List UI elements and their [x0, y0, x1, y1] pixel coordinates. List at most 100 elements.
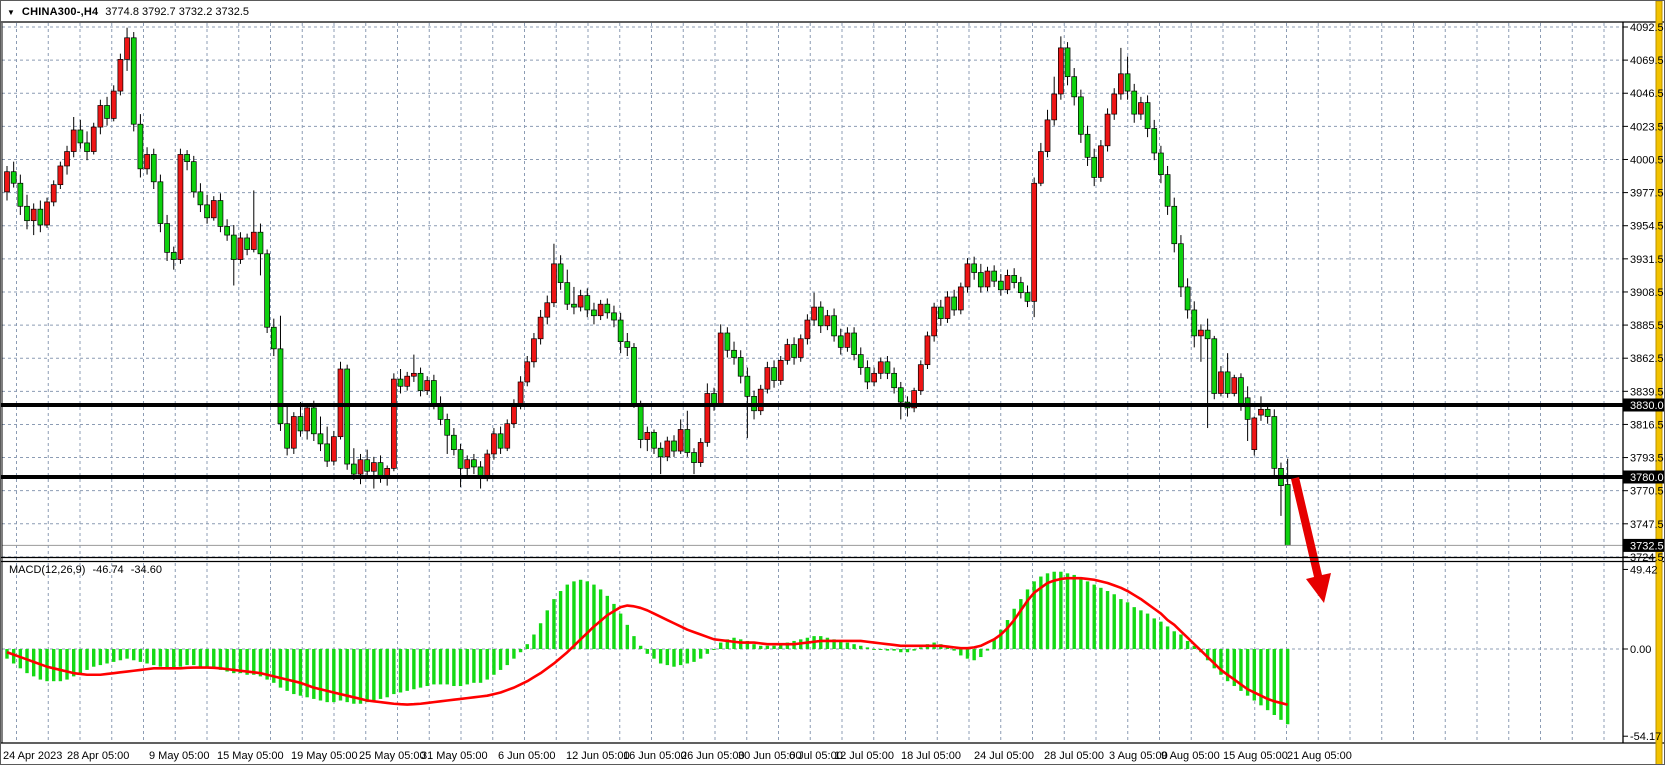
candle-body	[171, 252, 176, 259]
candle-body	[925, 336, 930, 365]
candle-body	[211, 201, 216, 218]
candle-body	[365, 460, 370, 472]
macd-bar	[112, 649, 115, 662]
price-axis-label: 3793.5	[1630, 453, 1664, 465]
price-axis-label: 4069.5	[1630, 55, 1664, 67]
time-axis-label: 28 Apr 05:00	[67, 750, 129, 762]
candle-body	[78, 130, 83, 143]
candle-body	[1245, 398, 1250, 420]
candle-body	[331, 437, 336, 461]
candle-body	[451, 435, 456, 449]
time-axis-label: 31 May 05:00	[421, 750, 488, 762]
candle-body	[31, 209, 36, 221]
macd-bar	[472, 649, 475, 683]
macd-bar	[279, 649, 282, 688]
price-axis-label: 3908.5	[1630, 287, 1664, 299]
time-axis-label: 19 May 05:00	[291, 750, 358, 762]
ohlc-values: 3774.8 3792.7 3732.2 3732.5	[105, 6, 249, 18]
macd-bar	[519, 649, 522, 652]
macd-bar	[1099, 588, 1102, 649]
symbol-menu-icon[interactable]: ▼	[7, 8, 15, 17]
candle-body	[1178, 244, 1183, 287]
candle-body	[838, 336, 843, 348]
candle-body	[505, 424, 510, 448]
candle-body	[11, 172, 16, 184]
macd-bar	[986, 649, 989, 651]
candle-body	[698, 442, 703, 462]
candle-body	[165, 224, 170, 253]
macd-bar	[299, 649, 302, 696]
price-axis-label: 3839.5	[1630, 386, 1664, 398]
macd-bar	[492, 649, 495, 675]
candle-body	[245, 238, 250, 250]
macd-bar	[1139, 610, 1142, 649]
candle-body	[892, 373, 897, 387]
candle-body	[531, 339, 536, 362]
candle-body	[125, 38, 130, 60]
candle-body	[798, 339, 803, 358]
price-level-badge: 3830.0	[1630, 400, 1664, 412]
macd-bar	[319, 649, 322, 701]
candle-body	[1138, 103, 1143, 115]
macd-bar	[379, 649, 382, 699]
time-axis-label: 26 Jun 05:00	[681, 750, 745, 762]
candle-body	[418, 373, 423, 390]
chart-background	[1, 1, 1665, 765]
candle-body	[1072, 77, 1077, 97]
candle-body	[138, 124, 143, 169]
macd-bar	[912, 649, 915, 651]
candle-body	[672, 441, 677, 451]
macd-bar	[572, 581, 575, 649]
candle-body	[585, 296, 590, 310]
candle-body	[658, 448, 663, 457]
candle-body	[198, 192, 203, 205]
candle-body	[118, 59, 123, 91]
macd-bar	[1006, 620, 1009, 649]
candle-body	[1058, 48, 1063, 94]
macd-axis-label: -54.17	[1630, 731, 1661, 743]
macd-bar	[105, 649, 108, 663]
candle-body	[992, 271, 997, 281]
macd-bar	[1153, 618, 1156, 649]
macd-bar	[1286, 649, 1289, 724]
chart-canvas[interactable]: 4092.54069.54046.54023.54000.53977.53954…	[1, 1, 1665, 765]
macd-bar	[679, 649, 682, 665]
candle-body	[872, 373, 877, 382]
price-axis-label: 3770.5	[1630, 486, 1664, 498]
macd-bar	[826, 638, 829, 649]
candle-body	[38, 209, 43, 225]
candle-body	[258, 232, 263, 254]
macd-bar	[906, 649, 909, 652]
macd-indicator-label: MACD(12,26,9) -46.74 -34.60	[9, 564, 166, 576]
candle-body	[618, 320, 623, 342]
macd-bar	[332, 649, 335, 702]
macd-bar	[632, 636, 635, 649]
macd-bar	[479, 649, 482, 683]
macd-bar	[219, 649, 222, 670]
macd-bar	[352, 649, 355, 704]
macd-bar	[712, 649, 715, 650]
candle-body	[972, 264, 977, 273]
candle-body	[712, 393, 717, 403]
macd-bar	[152, 649, 155, 665]
macd-bar	[432, 649, 435, 684]
candle-body	[785, 345, 790, 361]
candle-body	[265, 254, 270, 327]
macd-signal-value: -34.60	[131, 564, 162, 576]
candle-body	[1125, 74, 1130, 91]
macd-bar	[212, 649, 215, 668]
candle-body	[305, 408, 310, 431]
candle-body	[1185, 287, 1190, 310]
macd-bar	[739, 639, 742, 649]
candle-body	[1018, 283, 1023, 293]
macd-bar	[1012, 609, 1015, 649]
candle-body	[425, 381, 430, 391]
macd-bar	[365, 649, 368, 702]
macd-bar	[646, 649, 649, 654]
candle-body	[878, 362, 883, 374]
macd-bar	[1179, 635, 1182, 649]
candle-body	[685, 429, 690, 452]
macd-bar	[399, 649, 402, 692]
candle-body	[778, 360, 783, 380]
price-axis-label: 3954.5	[1630, 221, 1664, 233]
